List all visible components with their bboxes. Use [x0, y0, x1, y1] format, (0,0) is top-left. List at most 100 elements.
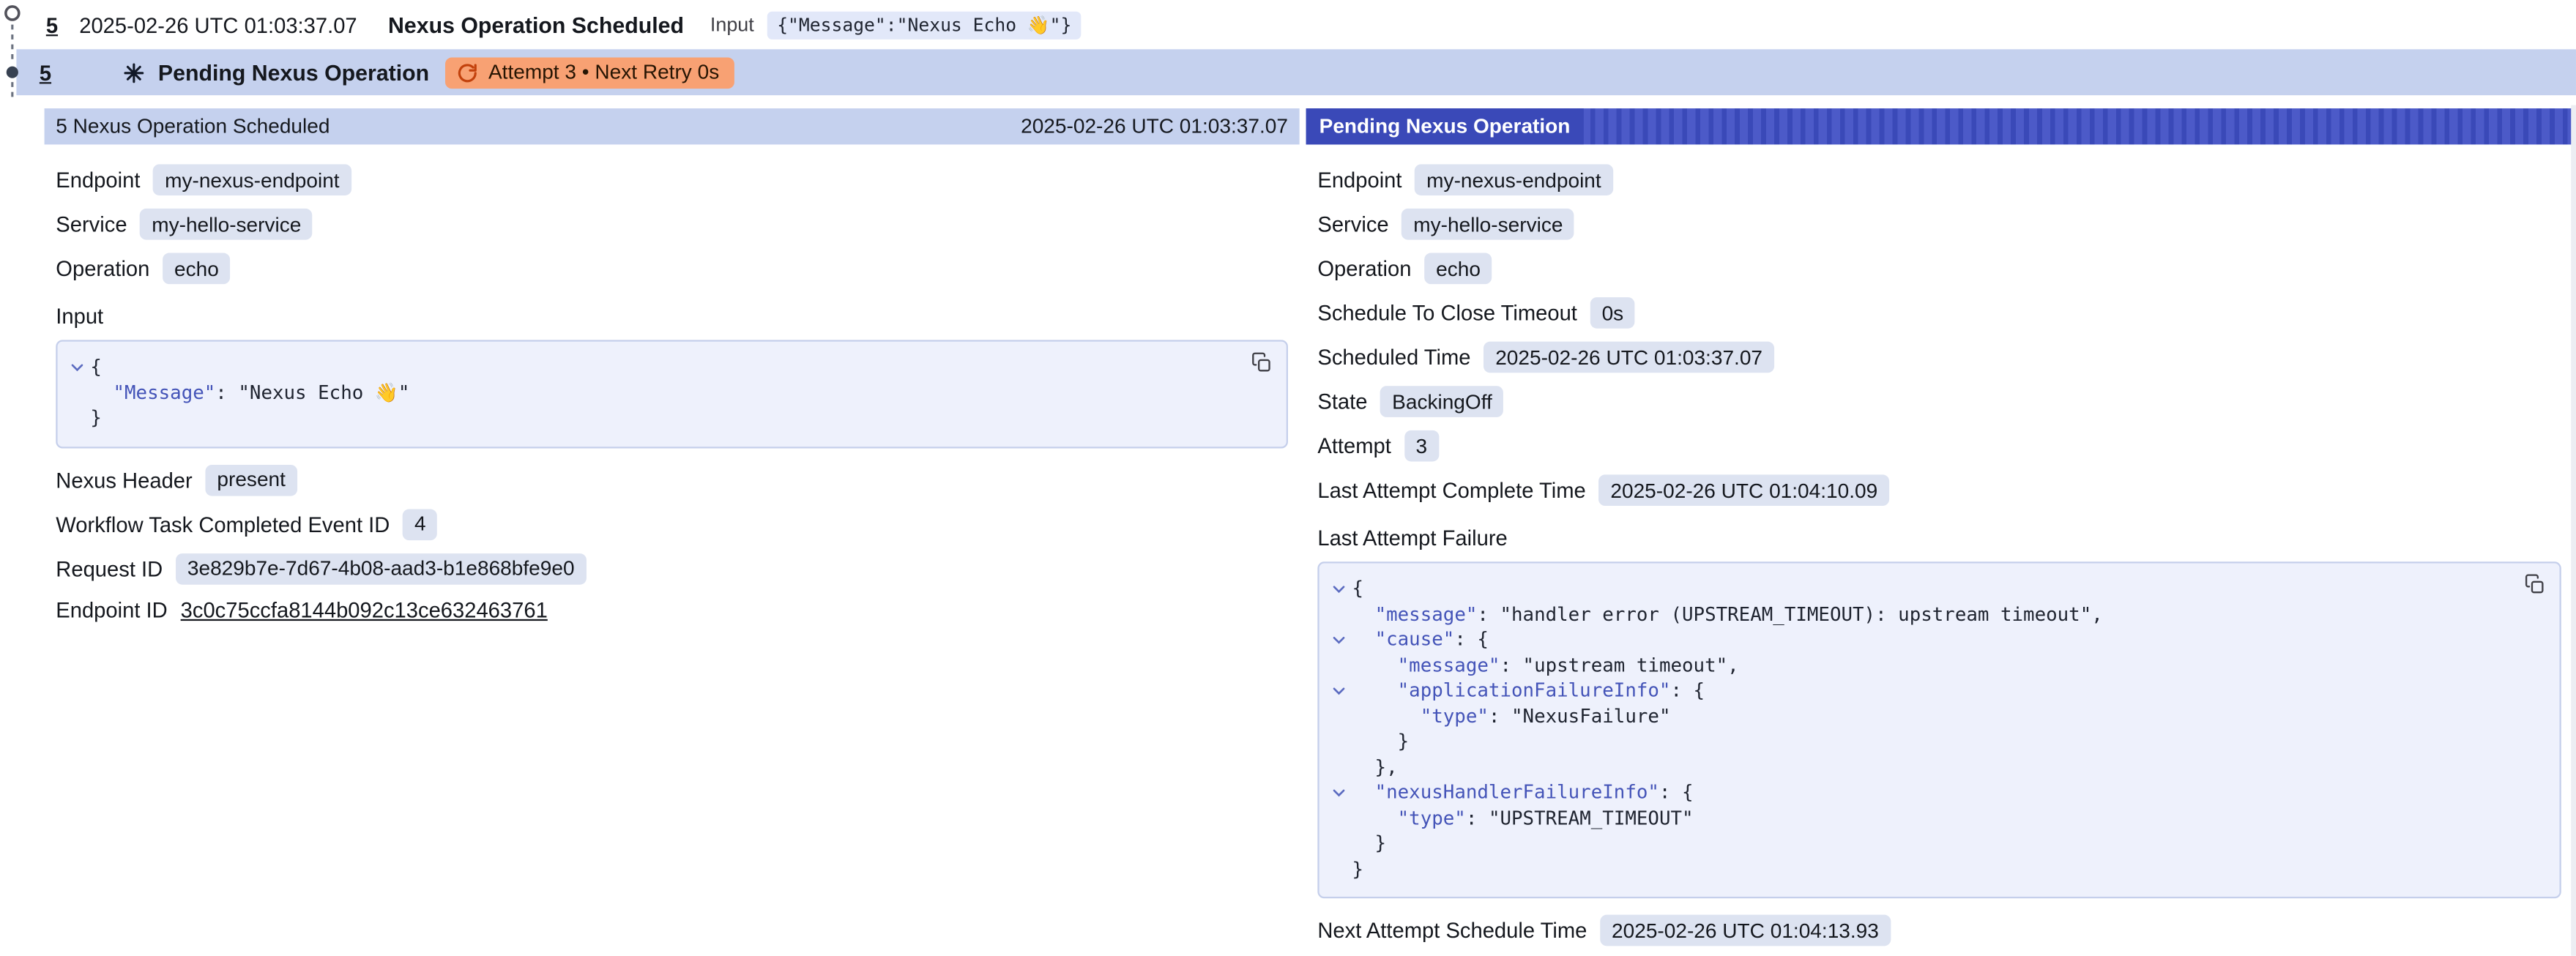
code-line-text: "nexusHandlerFailureInfo": {: [1352, 780, 1693, 806]
event-row-nexus-operation-scheduled[interactable]: 5 2025-02-26 UTC 01:03:37.07 Nexus Opera…: [0, 0, 2576, 49]
code-line-text: "type": "NexusFailure": [1352, 703, 1670, 729]
copy-icon[interactable]: [2523, 573, 2546, 596]
panel-body: Endpoint my-nexus-endpoint Service my-hello…: [1306, 144, 2573, 956]
field-value-chip: echo: [1424, 253, 1492, 285]
event-row-pending-nexus-operation[interactable]: 5 Pending Nexus Operation Attempt 3 • Ne…: [16, 49, 2576, 95]
chevron-down-icon[interactable]: [64, 355, 91, 381]
field-row-nexus-header: Nexus Header present: [56, 464, 1288, 496]
panel-header: 5 Nexus Operation Scheduled 2025-02-26 U…: [45, 108, 1300, 144]
code-line-text: "message": "handler error (UPSTREAM_TIME…: [1352, 602, 2102, 627]
chevron-spacer: [64, 406, 91, 431]
panel-nexus-operation-scheduled: 5 Nexus Operation Scheduled 2025-02-26 U…: [45, 108, 1300, 651]
field-value-chip: 2025-02-26 UTC 01:03:37.07: [1484, 342, 1773, 373]
chevron-spacer: [64, 380, 91, 406]
retry-status-badge: Attempt 3 • Next Retry 0s: [446, 56, 734, 88]
field-label: Last Attempt Complete Time: [1317, 478, 1585, 503]
chevron-spacer: [1326, 805, 1352, 831]
timeline-node-open-icon[interactable]: [6, 7, 19, 20]
field-list: Endpoint my-nexus-endpoint Service my-hello…: [1317, 164, 2561, 506]
field-label: Scheduled Time: [1317, 345, 1470, 370]
chevron-spacer: [1326, 703, 1352, 729]
field-row-scheduled-time: Scheduled Time 2025-02-26 UTC 01:03:37.07: [1317, 342, 2561, 373]
code-lines: { "message": "handler error (UPSTREAM_TI…: [1326, 577, 2514, 882]
field-label: Next Attempt Schedule Time: [1317, 918, 1587, 943]
field-label: Attempt: [1317, 433, 1391, 458]
field-row-workflow-task-completed-event-id: Workflow Task Completed Event ID 4: [56, 508, 1288, 539]
code-line-text: {: [90, 355, 102, 381]
field-row-operation: Operationecho: [1317, 253, 2561, 285]
panel-pending-nexus-operation: Pending Nexus Operation Endpoint my-nexus…: [1306, 108, 2573, 956]
field-value-chip: my-hello-service: [141, 209, 313, 240]
field-value-chip: BackingOff: [1380, 386, 1503, 417]
field-label: Nexus Header: [56, 467, 192, 492]
field-row-operation: Operation echo: [56, 253, 1288, 285]
field-value-chip: 2025-02-26 UTC 01:04:13.93: [1600, 915, 1890, 946]
chevron-spacer: [1326, 602, 1352, 627]
chevron-spacer: [1326, 653, 1352, 679]
field-label: Endpoint: [1317, 168, 1401, 193]
event-timeline: [0, 0, 26, 115]
field-value-chip: my-hello-service: [1402, 209, 1575, 240]
chevron-down-icon[interactable]: [1326, 679, 1352, 704]
field-row-request-id: Request ID 3e829b7e-7d67-4b08-aad3-b1e868…: [56, 553, 1288, 584]
code-line-text: }: [1352, 831, 1386, 856]
field-label: Schedule To Close Timeout: [1317, 301, 1577, 326]
chevron-down-icon[interactable]: [1326, 627, 1352, 653]
code-line-text: }: [90, 406, 102, 431]
event-id-link[interactable]: 5: [40, 60, 51, 85]
panel-body: Endpointmy-nexus-endpoint Service my-hello…: [45, 144, 1300, 651]
event-id-link[interactable]: 5: [46, 12, 58, 37]
retry-badge-label: Attempt 3 • Next Retry 0s: [488, 61, 719, 83]
input-preview-chip: {"Message":"Nexus Echo 👋"}: [767, 11, 1082, 39]
field-value-chip: 2025-02-26 UTC 01:04:10.09: [1599, 474, 1889, 506]
timeline-node-current-icon[interactable]: [7, 67, 18, 78]
field-row-state: State BackingOff: [1317, 386, 2561, 417]
event-title: Pending Nexus Operation: [158, 60, 429, 85]
field-label: Service: [1317, 212, 1388, 236]
copy-icon[interactable]: [1250, 351, 1273, 374]
failure-code-block: { "message": "handler error (UPSTREAM_TI…: [1317, 561, 2561, 898]
field-label: Endpoint ID: [56, 597, 167, 622]
event-title: Nexus Operation Scheduled: [388, 12, 684, 37]
field-row-endpoint: Endpointmy-nexus-endpoint: [56, 164, 1288, 195]
field-label: Service: [56, 212, 127, 236]
code-line-text: "Message": "Nexus Echo 👋": [90, 380, 409, 406]
code-line-text: }: [1352, 856, 1363, 882]
failure-section-label: Last Attempt Failure: [1317, 526, 2561, 550]
field-label: Request ID: [56, 556, 163, 580]
chevron-down-icon[interactable]: [1326, 780, 1352, 806]
code-line-text: "cause": {: [1352, 627, 1488, 653]
input-section-label: Input: [56, 304, 1288, 329]
field-label: State: [1317, 389, 1367, 414]
retry-icon: [457, 61, 478, 83]
field-value-chip: 3e829b7e-7d67-4b08-aad3-b1e868bfe9e0: [176, 553, 586, 584]
field-value-chip: present: [206, 464, 297, 496]
panel-title: Pending Nexus Operation: [1306, 108, 1584, 144]
workflow-event-history-page: 5 2025-02-26 UTC 01:03:37.07 Nexus Opera…: [0, 0, 2576, 956]
code-line-text: },: [1352, 755, 1397, 780]
field-value-chip: 4: [403, 508, 437, 539]
panel-header-pending: Pending Nexus Operation: [1306, 108, 2573, 144]
field-value-chip: my-nexus-endpoint: [1415, 164, 1612, 195]
code-line-text: "type": "UPSTREAM_TIMEOUT": [1352, 805, 1693, 831]
event-timestamp: 2025-02-26 UTC 01:03:37.07: [79, 12, 368, 37]
chevron-spacer: [1326, 831, 1352, 856]
chevron-spacer: [1326, 755, 1352, 780]
field-value-chip: echo: [163, 253, 230, 285]
field-row-endpoint: Endpoint my-nexus-endpoint: [1317, 164, 2561, 195]
field-list: Nexus Header present Workflow Task Complet…: [56, 464, 1288, 621]
code-line-text: }: [1352, 729, 1409, 755]
field-row-last-attempt-complete-time: Last Attempt Complete Time 2025-02-26 UTC…: [1317, 474, 2561, 506]
field-row-attempt: Attempt3: [1317, 430, 2561, 462]
chevron-spacer: [1326, 856, 1352, 882]
pending-icon: [124, 61, 145, 83]
chevron-down-icon[interactable]: [1326, 577, 1352, 602]
field-label: Workflow Task Completed Event ID: [56, 512, 390, 537]
field-value-chip: 0s: [1590, 297, 1635, 329]
panel-timestamp: 2025-02-26 UTC 01:03:37.07: [1021, 115, 1288, 138]
code-line-text: "applicationFailureInfo": {: [1352, 679, 1705, 704]
field-row-endpoint-id: Endpoint ID 3c0c75ccfa8144b092c13ce632463…: [56, 597, 1288, 622]
field-value-link[interactable]: 3c0c75ccfa8144b092c13ce632463761: [181, 597, 548, 622]
field-label: Operation: [56, 256, 149, 281]
field-row-service: Service my-hello-service: [1317, 209, 2561, 240]
